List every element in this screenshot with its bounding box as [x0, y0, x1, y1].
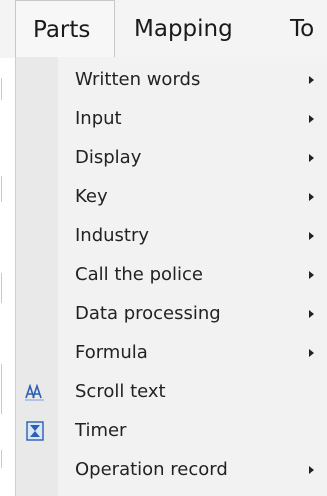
submenu-arrow-icon: [309, 115, 314, 123]
menu-mapping[interactable]: Mapping: [134, 0, 233, 58]
submenu-arrow-icon: [309, 271, 314, 279]
menu-item-label: Data processing: [75, 303, 221, 324]
menu-item-label: Key: [75, 186, 108, 207]
menu-item-label: Display: [75, 147, 142, 168]
menu-item-key[interactable]: Key: [16, 177, 327, 216]
menu-parts-label: Parts: [33, 17, 91, 43]
menu-item-label: Scroll text: [75, 381, 166, 402]
submenu-arrow-icon: [309, 232, 314, 240]
menu-item-operation-record[interactable]: Operation record: [16, 450, 327, 489]
menu-item-label: Operation record: [75, 459, 228, 480]
menu-item-label: Input: [75, 108, 122, 129]
scroll-text-icon: [24, 382, 46, 402]
menu-tools-label: To: [290, 16, 315, 42]
menu-item-written-words[interactable]: Written words: [16, 60, 327, 99]
submenu-arrow-icon: [309, 193, 314, 201]
hourglass-icon: [24, 421, 46, 441]
background-window-edge: [0, 58, 15, 496]
menu-item-timer[interactable]: Timer: [16, 411, 327, 450]
menu-item-display[interactable]: Display: [16, 138, 327, 177]
menu-item-industry[interactable]: Industry: [16, 216, 327, 255]
menu-item-label: Timer: [75, 420, 127, 441]
submenu-arrow-icon: [309, 349, 314, 357]
menu-bar: Parts Mapping To: [0, 0, 327, 58]
menu-item-label: Industry: [75, 225, 150, 246]
menu-mapping-label: Mapping: [134, 16, 233, 42]
menu-item-data-processing[interactable]: Data processing: [16, 294, 327, 333]
menu-item-label: Formula: [75, 342, 148, 363]
menu-tools[interactable]: To: [290, 0, 314, 58]
menu-item-formula[interactable]: Formula: [16, 333, 327, 372]
menu-item-scroll-text[interactable]: Scroll text: [16, 372, 327, 411]
submenu-arrow-icon: [309, 154, 314, 162]
submenu-arrow-icon: [309, 310, 314, 318]
menu-parts[interactable]: Parts: [15, 0, 115, 58]
menu-item-call-the-police[interactable]: Call the police: [16, 255, 327, 294]
submenu-arrow-icon: [309, 76, 314, 84]
menu-item-label: Written words: [75, 69, 201, 90]
menu-item-label: Call the police: [75, 264, 203, 285]
parts-dropdown-menu: Written words Input Display Key Industry…: [15, 57, 327, 496]
menu-item-input[interactable]: Input: [16, 99, 327, 138]
submenu-arrow-icon: [309, 466, 314, 474]
